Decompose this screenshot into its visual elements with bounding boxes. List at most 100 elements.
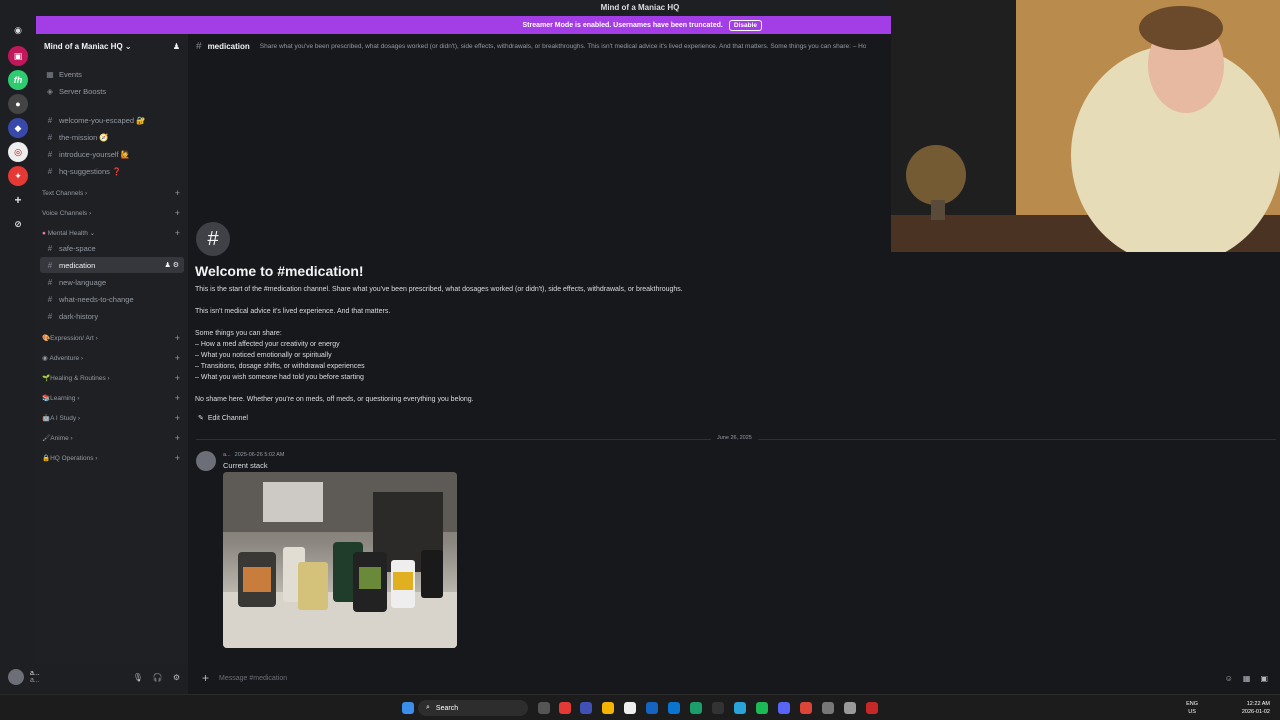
webcam-overlay (891, 0, 1280, 252)
language-indicator[interactable]: ENG US (1186, 700, 1198, 716)
settings-gear-icon[interactable]: ♟ ⚙ (165, 261, 180, 269)
message-author[interactable]: a... (223, 452, 231, 458)
sidebar-item-events[interactable]: ▦ Events (40, 66, 184, 82)
plus-icon[interactable]: + (175, 188, 180, 198)
server-icon-fh[interactable]: fh (8, 70, 28, 90)
discord-icon[interactable] (778, 702, 790, 714)
date-divider-label: June 26, 2025 (711, 435, 758, 441)
emoji-icon[interactable]: ☺ (1225, 674, 1233, 683)
app-icon[interactable] (844, 702, 856, 714)
channel-the-mission[interactable]: # the-mission 🧭 (40, 129, 184, 145)
robot-icon: 🤖 (42, 415, 51, 422)
server-icon-1[interactable]: ▣ (8, 46, 28, 66)
channel-hq-suggestions[interactable]: # hq-suggestions ❓ (40, 163, 184, 179)
category-healing-routines[interactable]: 🌱 Healing & Routines › + (42, 372, 182, 384)
gear-icon[interactable]: ⚙ (173, 673, 180, 682)
app-icon[interactable] (559, 702, 571, 714)
hash-icon: # (47, 260, 53, 270)
plus-icon[interactable]: + (175, 353, 180, 363)
channel-what-needs-to-change[interactable]: # what-needs-to-change (40, 291, 184, 307)
app-icon[interactable] (624, 702, 636, 714)
hash-icon: # (47, 115, 53, 125)
edit-channel-button[interactable]: ✎ Edit Channel (198, 414, 248, 423)
brain-icon: ● (42, 229, 46, 237)
message-input[interactable]: Message #medication (219, 675, 287, 682)
channel-topic[interactable]: Share what you've been prescribed, what … (260, 43, 867, 50)
add-attachment-icon[interactable]: + (202, 671, 209, 685)
category-text-channels[interactable]: Text Channels › + (42, 187, 182, 199)
gift-icon[interactable]: ▣ (1260, 674, 1268, 683)
streamer-banner-text: Streamer Mode is enabled. Usernames have… (522, 21, 723, 29)
channel-new-language[interactable]: # new-language (40, 274, 184, 290)
category-adventure[interactable]: ◉ Adventure › + (42, 352, 182, 364)
channel-dark-history[interactable]: # dark-history (40, 308, 184, 324)
message-image-attachment[interactable] (223, 472, 457, 648)
plus-icon[interactable]: + (175, 333, 180, 343)
plus-icon[interactable]: + (175, 393, 180, 403)
channel-safe-space[interactable]: # safe-space (40, 240, 184, 256)
message-composer[interactable]: + Message #medication ☺ ▦ ▣ (196, 667, 1272, 689)
avatar[interactable] (8, 669, 24, 685)
edge-icon[interactable] (690, 702, 702, 714)
pencil-icon: ✎ (198, 415, 204, 422)
hash-icon: # (47, 132, 53, 142)
hash-icon: # (47, 311, 53, 321)
windows-start-icon[interactable] (402, 702, 414, 714)
plus-icon[interactable]: + (175, 373, 180, 383)
category-expression-art[interactable]: 🎨 Expression/ Art › + (42, 332, 182, 344)
disable-streamer-button[interactable]: Disable (728, 19, 762, 31)
telegram-icon[interactable] (734, 702, 746, 714)
outlook-icon[interactable] (668, 702, 680, 714)
task-view-icon[interactable] (538, 702, 550, 714)
chrome-icon[interactable] (800, 702, 812, 714)
app-icon[interactable] (866, 702, 878, 714)
settings-icon[interactable] (822, 702, 834, 714)
lock-icon: 🔒 (42, 455, 51, 462)
apps-icon[interactable]: ▦ (1243, 674, 1251, 683)
chevron-down-icon: ⌄ (124, 41, 132, 51)
channel-header: # medication Share what you've been pres… (188, 34, 892, 58)
channel-introduce-yourself[interactable]: # introduce-yourself 🙋 (40, 146, 184, 162)
channel-welcome[interactable]: # welcome-you-escaped 🔐 (40, 112, 184, 128)
sidebar-item-server-boosts[interactable]: ◈ Server Boosts (40, 83, 184, 99)
microphone-icon[interactable]: 🎙 (133, 673, 143, 682)
category-hq-operations[interactable]: 🔒 HQ Operations › + (42, 452, 182, 464)
add-member-icon[interactable]: ♟ (173, 42, 180, 51)
discord-home-icon[interactable]: ◉ (8, 20, 28, 40)
palette-icon: 🎨 (42, 335, 51, 342)
plus-icon[interactable]: + (175, 433, 180, 443)
server-icon-5[interactable]: ◎ (8, 142, 28, 162)
channel-medication[interactable]: # medication ♟ ⚙ (40, 257, 184, 273)
server-icon-3[interactable]: ● (8, 94, 28, 114)
category-anime[interactable]: 🖌 Anime › + (42, 432, 182, 444)
welcome-bullet: – What you wish someone had told you bef… (195, 374, 364, 381)
app-icon[interactable] (580, 702, 592, 714)
user-panel: a... a... 🎙 🎧 ⚙ (0, 664, 188, 690)
plus-icon[interactable]: + (175, 208, 180, 218)
app-icon[interactable] (712, 702, 724, 714)
channel-hash-icon: # (196, 222, 230, 256)
taskbar-search[interactable]: ⌕ Search (418, 700, 528, 716)
file-explorer-icon[interactable] (602, 702, 614, 714)
app-icon[interactable] (646, 702, 658, 714)
server-header[interactable]: Mind of a Maniac HQ ⌄ ♟ (36, 34, 188, 58)
server-icon-mind-of-a-maniac[interactable]: ✦ (8, 166, 28, 186)
category-voice-channels[interactable]: Voice Channels › + (42, 207, 182, 219)
avatar[interactable] (196, 451, 216, 471)
plus-icon[interactable]: + (175, 453, 180, 463)
category-mental-health[interactable]: ● Mental Health ⌄ + (42, 227, 182, 239)
welcome-title: Welcome to #medication! (195, 263, 364, 279)
taskbar-clock[interactable]: 12:22 AM 2026-01-02 (1242, 700, 1270, 716)
spotify-icon[interactable] (756, 702, 768, 714)
search-icon: ⌕ (426, 704, 430, 711)
discover-icon[interactable]: ⊘ (8, 214, 28, 234)
server-icon-4[interactable]: ◆ (8, 118, 28, 138)
headphones-icon[interactable]: 🎧 (153, 673, 163, 682)
welcome-line: This is the start of the #medication cha… (195, 286, 683, 293)
books-icon: 📚 (42, 395, 51, 402)
add-server-icon[interactable]: + (8, 190, 28, 210)
category-ai-study[interactable]: 🤖 A I Study › + (42, 412, 182, 424)
category-learning[interactable]: 📚 Learning › + (42, 392, 182, 404)
plus-icon[interactable]: + (175, 228, 180, 238)
plus-icon[interactable]: + (175, 413, 180, 423)
